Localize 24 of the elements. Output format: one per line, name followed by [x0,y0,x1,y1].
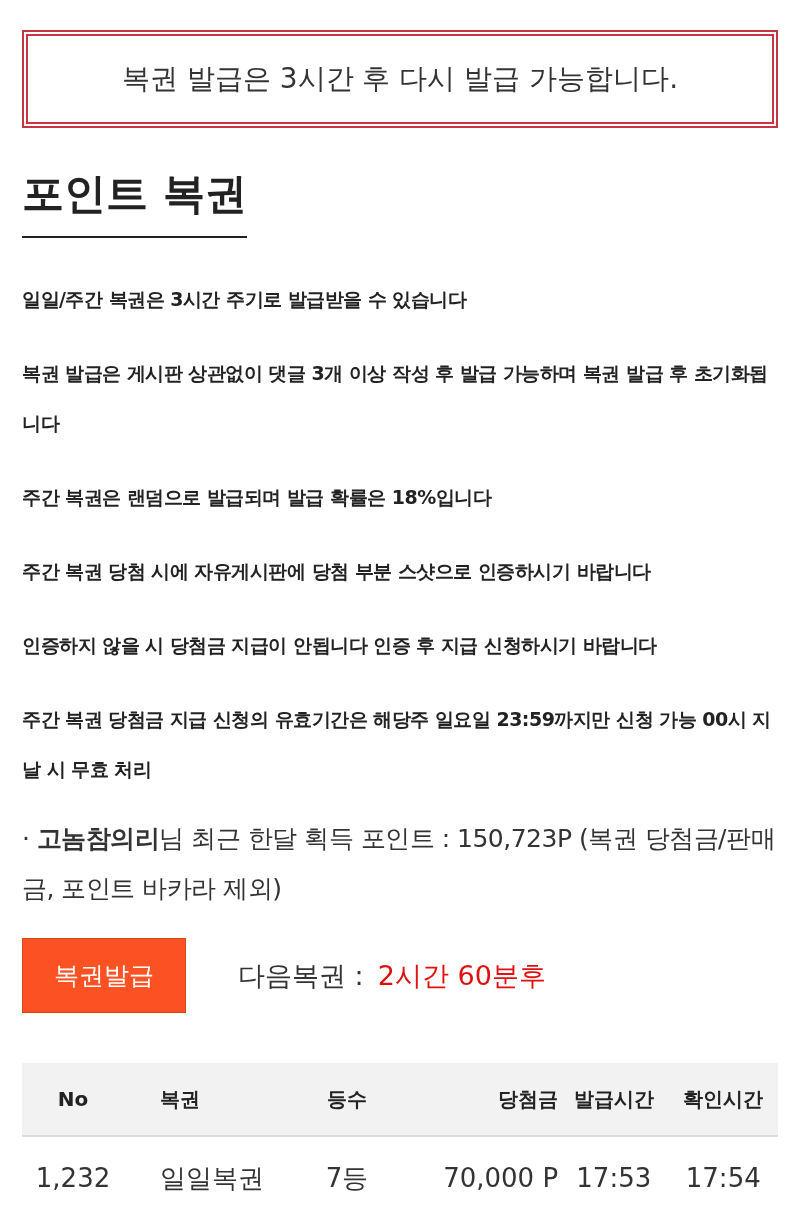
rule-text: 복권 발급은 게시판 상관없이 댓글 3개 이상 작성 후 발급 가능하며 복권 발급 후 초기화됩니다 [22,361,769,436]
column-header: 당첨금 [498,1086,559,1111]
points-summary: · 고놈참의리님 최근 한달 획득 포인트 : 150,723P (복권 당첨금/판매금, 포인트 바카라 제외) [22,823,777,905]
rule-text: 주간 복권 당첨 시에 자유게시판에 당첨 부분 스샷으로 인증하시기 바랍니다 [22,559,652,584]
notice-text: 복권 발급은 3시간 후 다시 발급 가능합니다. [121,61,679,97]
next-time: 2시간 60분후 [377,958,546,993]
column-header: 복권 [160,1086,200,1111]
table-cell: 1,232 [35,1163,111,1193]
table-cell: 일일복권 [160,1162,264,1193]
table-cell: 7등 [325,1162,369,1193]
table-cell: 70,000 P [443,1163,559,1193]
next-label: 다음복권 : [238,958,364,993]
column-header: No [57,1087,89,1111]
rule-text: 일일/주간 복권은 3시간 주기로 발급받을 수 있습니다 [22,287,468,312]
page-title: 포인트 복권 [22,166,247,238]
issue-button[interactable]: 복권발급 [22,938,186,1013]
table-cell: 17:54 [685,1163,761,1193]
column-header: 등수 [327,1086,367,1111]
column-header: 확인시간 [683,1086,764,1111]
table-cell: 17:53 [576,1163,652,1193]
rule-text: 주간 복권 당첨금 지급 신청의 유효기간은 해당주 일요일 23:59까지만 신청 가능 00시 지날 시 무효 처리 [22,707,772,782]
rule-text: 주간 복권은 랜덤으로 발급되며 발급 확률은 18%입니다 [22,485,493,510]
rule-text: 인증하지 않을 시 당첨금 지급이 안됩니다 인증 후 지급 신청하시기 바랍니다 [22,633,658,658]
column-header: 발급시간 [573,1086,654,1111]
